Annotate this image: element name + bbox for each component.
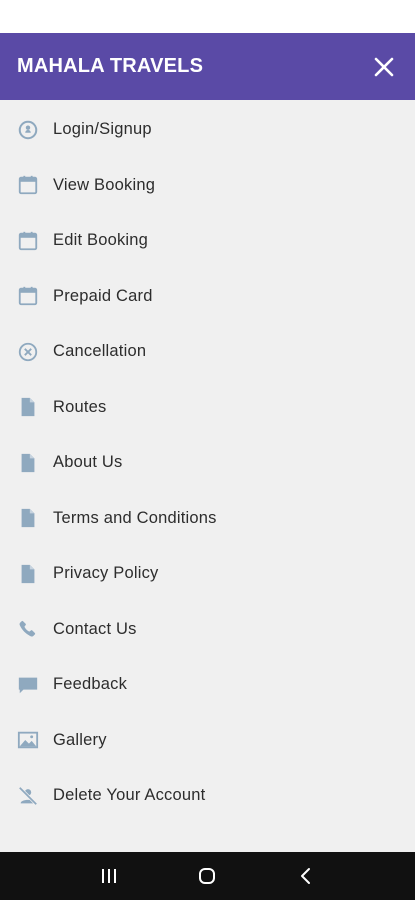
phone-icon [16, 617, 40, 641]
menu-item-gallery[interactable]: Gallery [0, 713, 415, 769]
system-navigation-bar [0, 852, 415, 900]
document-icon [16, 562, 40, 586]
drawer-header: MAHALA TRAVELS [0, 33, 415, 100]
close-icon [374, 57, 394, 76]
document-icon [16, 506, 40, 530]
menu-item-label: About Us [53, 453, 123, 472]
calendar-icon [16, 284, 40, 308]
recents-button[interactable] [89, 856, 129, 896]
menu-item-label: Contact Us [53, 619, 137, 638]
menu-item-label: Edit Booking [53, 231, 149, 250]
menu-item-label: Gallery [53, 730, 107, 749]
menu-item-login-signup[interactable]: Login/Signup [0, 102, 415, 158]
back-icon [300, 868, 310, 884]
menu-item-feedback[interactable]: Feedback [0, 657, 415, 713]
document-icon [16, 395, 40, 419]
home-icon [199, 868, 216, 884]
image-icon [16, 728, 40, 752]
menu-item-delete-account[interactable]: Delete Your Account [0, 768, 415, 824]
menu-item-terms-and-conditions[interactable]: Terms and Conditions [0, 491, 415, 547]
user-circle-icon [16, 118, 40, 142]
menu-item-label: Login/Signup [53, 120, 152, 139]
close-button[interactable] [371, 54, 397, 80]
menu-item-routes[interactable]: Routes [0, 380, 415, 436]
menu-item-cancellation[interactable]: Cancellation [0, 324, 415, 380]
home-button[interactable] [187, 856, 227, 896]
menu-item-label: View Booking [53, 175, 156, 194]
back-button[interactable] [286, 856, 326, 896]
menu-item-label: Privacy Policy [53, 564, 159, 583]
menu-item-label: Terms and Conditions [53, 508, 217, 527]
menu-item-label: Cancellation [53, 342, 147, 361]
recents-icon [102, 869, 117, 883]
menu-item-prepaid-card[interactable]: Prepaid Card [0, 269, 415, 325]
delete-user-icon [16, 784, 40, 808]
menu-item-label: Delete Your Account [53, 786, 206, 805]
drawer-title: MAHALA TRAVELS [17, 55, 204, 77]
navigation-drawer: MAHALA TRAVELS Login/Signup View Booking… [0, 33, 415, 852]
menu-item-label: Routes [53, 397, 107, 416]
drawer-menu: Login/Signup View Booking Edit Booking P… [0, 100, 415, 824]
menu-item-label: Prepaid Card [53, 286, 153, 305]
calendar-icon [16, 173, 40, 197]
menu-item-contact-us[interactable]: Contact Us [0, 602, 415, 658]
cancel-circle-icon [16, 340, 40, 364]
menu-item-privacy-policy[interactable]: Privacy Policy [0, 546, 415, 602]
message-icon [16, 673, 40, 697]
menu-item-about-us[interactable]: About Us [0, 435, 415, 491]
document-icon [16, 451, 40, 475]
status-bar [0, 0, 415, 33]
menu-item-edit-booking[interactable]: Edit Booking [0, 213, 415, 269]
menu-item-view-booking[interactable]: View Booking [0, 158, 415, 214]
calendar-icon [16, 229, 40, 253]
menu-item-label: Feedback [53, 675, 128, 694]
